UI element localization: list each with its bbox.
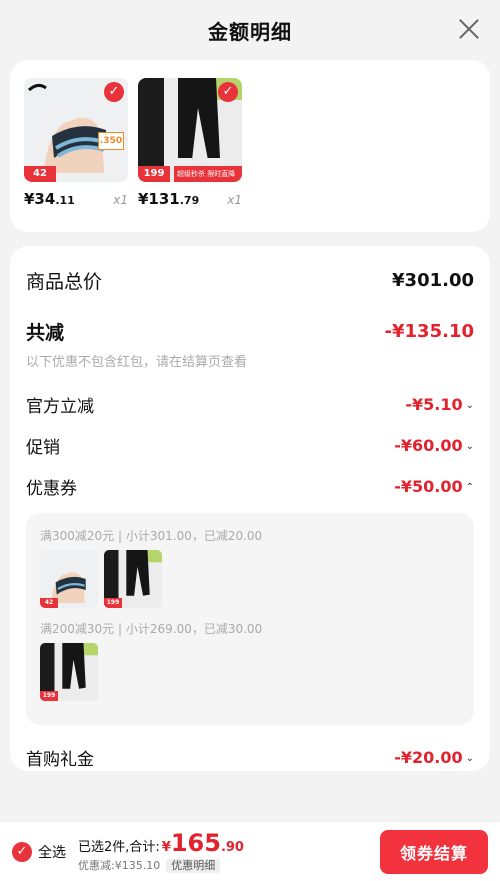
coupon-amount: -¥50.00 <box>394 477 463 496</box>
chevron-up-icon: ⌃ <box>465 482 474 493</box>
checked-icon: ✓ <box>12 841 32 862</box>
product-list: ✓ .350 42 ¥34.11 x1 ✓ 199 超级秒杀 限时直降 ¥131… <box>10 60 490 232</box>
discount-row: 共减 -¥135.10 <box>26 318 474 345</box>
first-purchase-row[interactable]: 首购礼金 -¥20.00 ⌄ <box>26 737 474 778</box>
first-purchase-label: 首购礼金 <box>26 750 94 770</box>
selected-text: 已选2件,合计: <box>78 840 160 856</box>
product-price-row: ¥131.79 x1 <box>138 190 242 208</box>
price-badge: 42 <box>24 166 56 182</box>
coupon-line: 满300减20元 | 小计301.00，已减20.00 <box>40 529 263 543</box>
price-tag: .350 <box>98 132 124 150</box>
coupon-row[interactable]: 优惠券 -¥50.00 ⌃ <box>26 466 474 507</box>
total-line: 已选2件,合计: ¥165.90 <box>78 830 244 856</box>
coupon-amount-group: -¥50.00 ⌃ <box>394 477 474 496</box>
product-thumb: 199 <box>104 550 162 608</box>
product-price-row: ¥34.11 x1 <box>24 190 128 208</box>
discount-label: 共减 <box>26 322 65 344</box>
product-thumb: 199 <box>40 643 98 701</box>
price-badge: 42 <box>40 598 58 608</box>
close-icon[interactable] <box>458 18 480 40</box>
checked-icon: ✓ <box>218 82 238 102</box>
official-discount-row[interactable]: 官方立减 -¥5.10 ⌄ <box>26 384 474 425</box>
total-label: 商品总价 <box>26 270 103 293</box>
chevron-down-icon: ⌄ <box>465 441 474 452</box>
page-title: 金额明细 <box>208 19 292 44</box>
promotion-label: 促销 <box>26 438 60 458</box>
checked-icon: ✓ <box>104 82 124 102</box>
product-price: ¥34.11 <box>24 190 75 208</box>
product-qty: x1 <box>227 193 242 207</box>
product-qty: x1 <box>113 193 128 207</box>
product-item[interactable]: ✓ .350 42 ¥34.11 x1 <box>24 78 128 214</box>
product-image: ✓ .350 42 <box>24 78 128 182</box>
price-badge: 199 <box>138 166 170 182</box>
promotion-amount-group: -¥60.00 ⌄ <box>394 436 474 455</box>
discount-amount: -¥135.10 <box>384 321 474 342</box>
official-amount: -¥5.10 <box>405 395 463 414</box>
product-item[interactable]: ✓ 199 超级秒杀 限时直降 ¥131.79 x1 <box>138 78 242 214</box>
official-amount-group: -¥5.10 ⌄ <box>405 395 474 414</box>
coupon-line: 满200减30元 | 小计269.00，已减30.00 <box>40 622 263 636</box>
discount-text: 优惠减:¥135.10 <box>78 858 161 872</box>
total-amount: ¥301.00 <box>392 269 474 291</box>
select-all-toggle[interactable]: ✓ 全选 <box>12 841 66 862</box>
order-summary: 已选2件,合计: ¥165.90 优惠减:¥135.10 优惠明细 <box>78 830 244 873</box>
promotion-amount: -¥60.00 <box>394 436 463 455</box>
final-price: ¥165.90 <box>161 829 244 858</box>
select-all-label: 全选 <box>38 844 66 861</box>
discount-line: 优惠减:¥135.10 优惠明细 <box>78 858 244 873</box>
bottom-bar: ✓ 全选 已选2件,合计: ¥165.90 优惠减:¥135.10 优惠明细 领… <box>0 821 500 881</box>
coupon-detail-box: 满300减20元 | 小计301.00，已减20.00 42 199 满200减… <box>26 513 474 725</box>
promotion-row[interactable]: 促销 -¥60.00 ⌄ <box>26 425 474 466</box>
price-badge: 199 <box>104 598 122 608</box>
discount-note: 以下优惠不包含红包，请在结算页查看 <box>26 355 248 370</box>
total-row: 商品总价 ¥301.00 <box>26 262 474 298</box>
promo-banner: 超级秒杀 限时直降 <box>174 166 242 182</box>
product-image: ✓ 199 超级秒杀 限时直降 <box>138 78 242 182</box>
coupon-label: 优惠券 <box>26 479 77 499</box>
chevron-down-icon: ⌄ <box>465 753 474 764</box>
product-thumb: 42 <box>40 550 98 608</box>
official-label: 官方立减 <box>26 397 94 417</box>
amount-details: 商品总价 ¥301.00 共减 -¥135.10 以下优惠不包含红包，请在结算页… <box>10 246 490 771</box>
chevron-down-icon: ⌄ <box>465 400 474 411</box>
coupon-products: 42 199 <box>40 550 460 608</box>
discount-detail-button[interactable]: 优惠明细 <box>166 858 221 873</box>
first-purchase-amount-group: -¥20.00 ⌄ <box>394 748 474 767</box>
checkout-button[interactable]: 领券结算 <box>380 829 488 874</box>
header: 金额明细 <box>0 0 500 60</box>
first-purchase-amount: -¥20.00 <box>394 748 463 767</box>
coupon-products: 199 <box>40 643 460 701</box>
product-price: ¥131.79 <box>138 190 200 208</box>
price-badge: 199 <box>40 691 58 701</box>
